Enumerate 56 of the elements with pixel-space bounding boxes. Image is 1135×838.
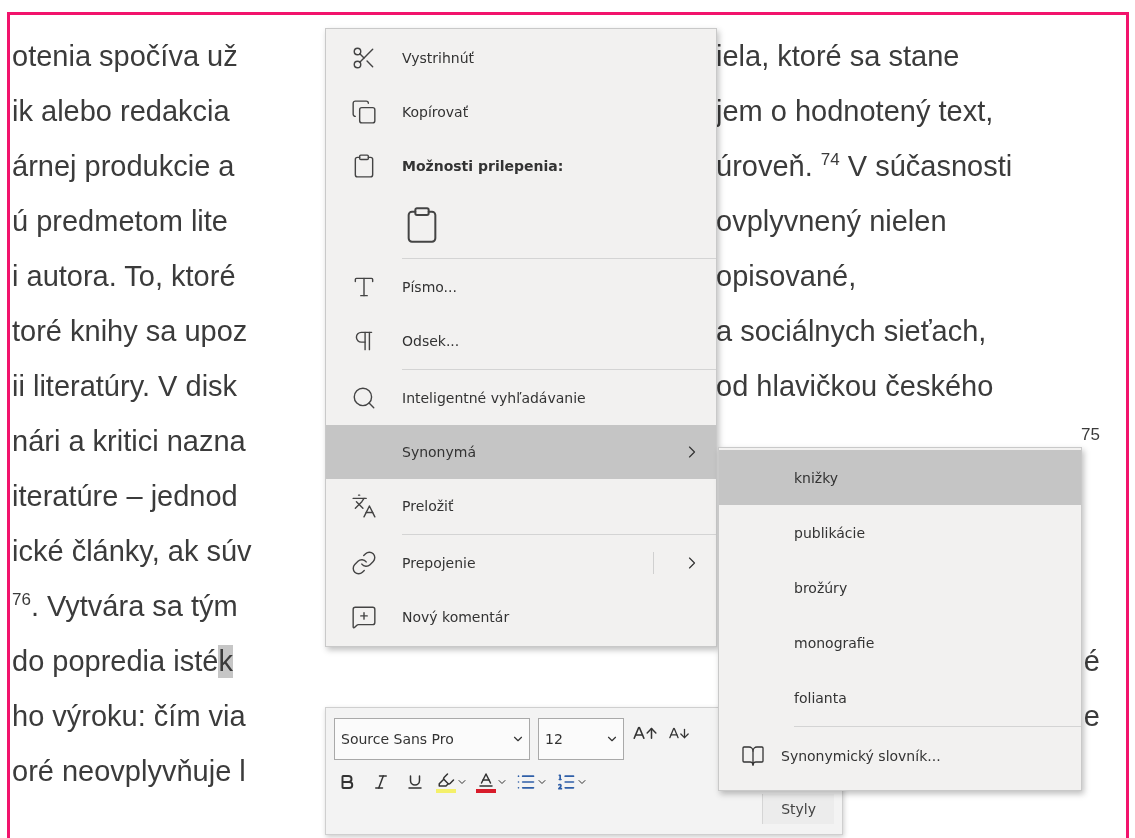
document-text: do popredia isté [12, 645, 219, 678]
submenu-item[interactable]: knižky [719, 450, 1081, 505]
highlighter-icon [437, 771, 455, 789]
menu-heading: Možnosti prilepenia: [402, 158, 565, 174]
thesaurus-item[interactable]: Synonymický slovník... [719, 728, 1081, 784]
translate-icon [351, 493, 377, 519]
submenu-item[interactable]: brožúry [719, 560, 1081, 615]
comment-icon [351, 604, 377, 630]
italic-icon [372, 773, 390, 791]
document-text: iela, ktoré sa stane [716, 40, 960, 73]
underline-icon [406, 773, 424, 791]
link-icon [351, 550, 377, 576]
font-size-dropdown[interactable]: 12 [538, 718, 624, 760]
menu-item[interactable]: Inteligentné vyhľadávanie [326, 371, 716, 425]
copy-icon [351, 99, 377, 125]
styles-button[interactable]: Styly [762, 794, 834, 824]
document-text: ik alebo redakcia [12, 95, 230, 128]
menu-item[interactable]: Odsek... [326, 314, 716, 368]
document-text: i autora. To, ktoré [12, 260, 236, 293]
document-text: nári a kritici nazna [12, 425, 246, 458]
menu-item[interactable]: Prepojenie [326, 536, 716, 590]
menu-item[interactable]: Kopírovať [326, 85, 716, 139]
document-text: ho výroku: čím via [12, 700, 246, 733]
numbered-list-icon [556, 772, 576, 792]
document-text: $^{76}$. Vytvára sa tým [12, 590, 238, 623]
document-text: iteratúre – jednod [12, 480, 238, 513]
document-text: oré neovplyvňuje l [12, 755, 246, 788]
bullet-list-icon [516, 772, 536, 792]
document-text: ické články, ak súv [12, 535, 252, 568]
document-text: é [1083, 645, 1100, 678]
menu-item[interactable]: Vystrihnúť [326, 31, 716, 85]
document-text: a sociálnych sieťach, [716, 315, 987, 348]
book-icon [741, 744, 765, 768]
document-text: 75 [1081, 425, 1100, 447]
search-icon [351, 385, 377, 411]
document-text: ii literatúry. V disk [12, 370, 238, 403]
menu-item[interactable]: Synonymá [326, 425, 716, 479]
document-text: od hlavičkou českého [716, 370, 994, 403]
font-color-icon [477, 771, 495, 789]
menu-item[interactable]: Písmo... [326, 260, 716, 314]
menu-item[interactable]: Preložiť [326, 479, 716, 533]
document-text: otenia spočíva už [12, 40, 238, 73]
document-text: úroveň. $^{74}$ V súčasnosti [716, 150, 1013, 183]
document-text: e [1083, 700, 1100, 733]
document-text: árnej produkcie a [12, 150, 235, 183]
document-text: ovplyvnený nielen [716, 205, 947, 238]
submenu-item[interactable]: folianta [719, 670, 1081, 725]
selected-text: k [218, 645, 233, 678]
menu-item[interactable]: Nový komentár [326, 590, 716, 644]
submenu-item[interactable]: monografie [719, 615, 1081, 670]
document-text: ú predmetom lite [12, 205, 228, 238]
submenu-item[interactable]: publikácie [719, 505, 1081, 560]
document-text: jem o hodnotený text, [716, 95, 994, 128]
document-text: toré knihy sa upoz [12, 315, 248, 348]
font-dropdown[interactable]: Source Sans Pro [334, 718, 530, 760]
document-text: opisované, [716, 260, 857, 293]
